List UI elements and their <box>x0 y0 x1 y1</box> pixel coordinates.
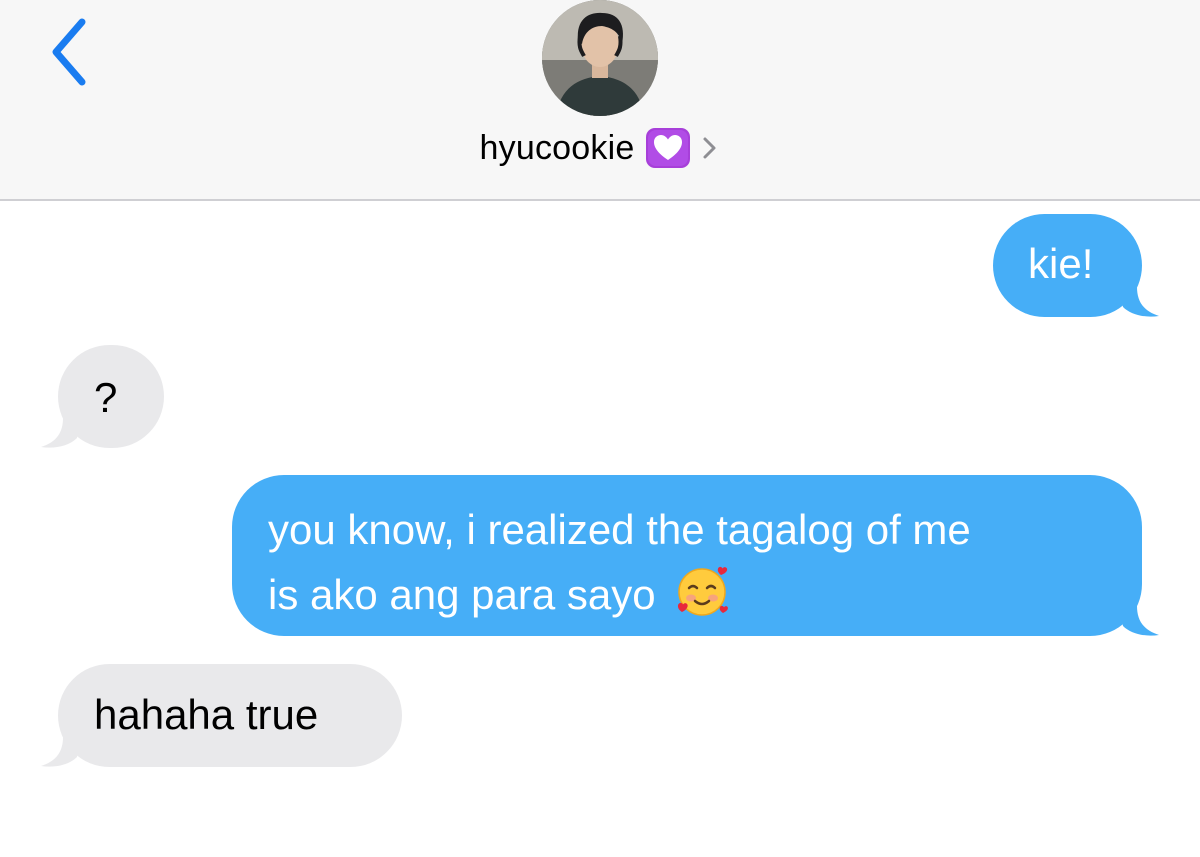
contact-name: hyucookie <box>479 128 635 167</box>
message-text: kie! <box>1028 240 1094 287</box>
chevron-left-icon <box>52 18 86 86</box>
avatar[interactable] <box>542 0 658 116</box>
message-text-line: you know, i realized the tagalog of me <box>268 506 971 553</box>
bubble-tail <box>41 418 81 448</box>
white-heart-badge-icon <box>646 128 691 168</box>
message-text: ? <box>94 374 118 421</box>
avatar-photo <box>542 0 658 116</box>
contact-details-button[interactable]: hyucookie <box>0 122 1200 174</box>
back-button[interactable] <box>40 8 100 88</box>
smiling-face-with-hearts-icon <box>673 561 731 619</box>
conversation-header: hyucookie <box>0 0 1200 201</box>
received-message-bubble[interactable]: ? <box>41 345 164 448</box>
sent-message-bubble[interactable]: you know, i realized the tagalog of me i… <box>232 475 1159 636</box>
received-message-bubble[interactable]: hahaha true <box>41 664 402 767</box>
message-text: is ako ang para sayo <box>268 571 656 618</box>
sent-message-bubble[interactable]: kie! <box>993 214 1159 317</box>
bubble-tail <box>1119 287 1159 317</box>
chevron-right-icon <box>700 133 720 163</box>
bubble-tail <box>41 737 81 767</box>
message-thread: kie! ? you know, i realized the tagalog … <box>0 201 1200 857</box>
message-text-line-with-emoji: is ako ang para sayo <box>268 561 1142 622</box>
message-text: hahaha true <box>94 691 319 738</box>
